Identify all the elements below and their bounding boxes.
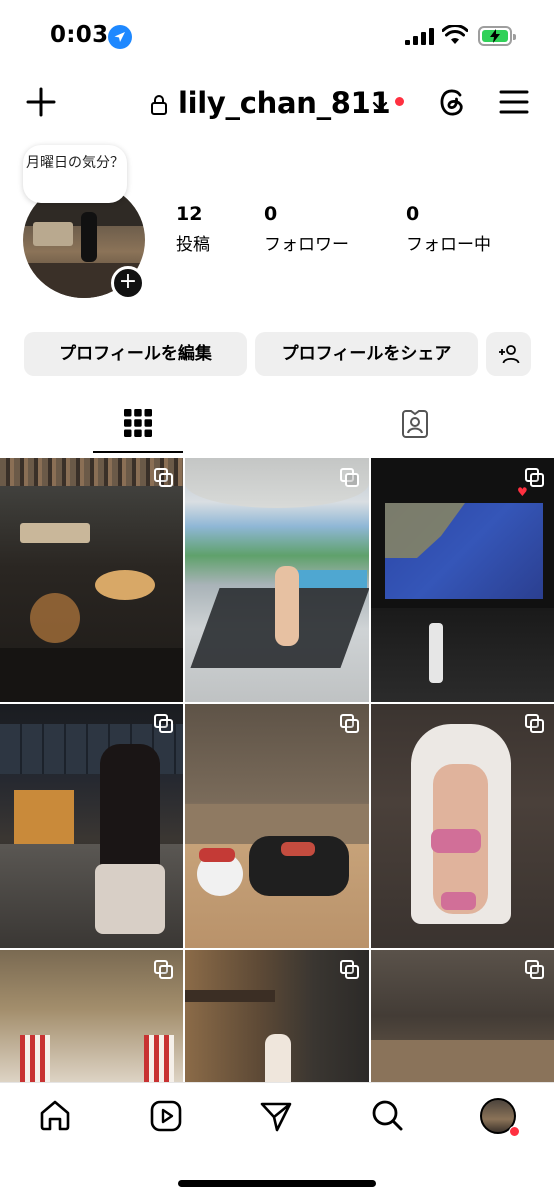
notification-dot: [509, 1126, 520, 1137]
tab-posts-grid[interactable]: [124, 409, 152, 441]
post-pool-bikini[interactable]: [185, 458, 369, 702]
chevron-down-icon[interactable]: [372, 97, 388, 116]
posts-label: 投稿: [176, 235, 210, 255]
status-time: 0:03: [50, 22, 109, 48]
post-flight-map[interactable]: ♥: [371, 458, 554, 702]
discover-people-button[interactable]: [486, 332, 531, 376]
post-dome-ceiling[interactable]: [0, 950, 183, 1082]
tab-tagged[interactable]: [399, 408, 431, 444]
reels-icon[interactable]: [149, 1099, 183, 1137]
tagged-icon: [402, 410, 428, 438]
share-profile-button[interactable]: プロフィールをシェア: [255, 332, 478, 376]
add-story-plus-icon[interactable]: +: [111, 266, 145, 300]
home-icon[interactable]: [38, 1098, 72, 1136]
home-indicator: [178, 1180, 376, 1187]
active-tab-indicator: [93, 451, 183, 453]
multi-photo-icon: [340, 714, 359, 733]
following-label[interactable]: フォロー中: [406, 230, 491, 255]
post-bar-cocktails[interactable]: [0, 458, 183, 702]
post-bar-counter[interactable]: [0, 704, 183, 948]
followers-label[interactable]: フォロワー: [264, 230, 349, 255]
cellular-signal-icon: [405, 28, 435, 45]
following-count[interactable]: 0: [406, 203, 419, 225]
notification-dot: [395, 97, 404, 106]
menu-icon[interactable]: [499, 88, 529, 120]
multi-photo-icon: [154, 468, 173, 487]
multi-photo-icon: [525, 468, 544, 487]
multi-photo-icon: [525, 960, 544, 979]
create-plus-icon[interactable]: [25, 86, 57, 122]
post-kyoto-street[interactable]: [185, 950, 369, 1082]
note-bubble[interactable]: 月曜日の気分？: [23, 145, 127, 203]
grid-icon: [124, 409, 152, 437]
multi-photo-icon: [154, 960, 173, 979]
multi-photo-icon: [525, 714, 544, 733]
multi-photo-icon: [154, 714, 173, 733]
post-sushi-hellokitty[interactable]: [185, 704, 369, 948]
profile-username[interactable]: lily_chan_811: [178, 86, 391, 120]
wifi-icon: [441, 24, 469, 49]
posts-count: 12: [176, 203, 203, 225]
battery-icon: [478, 26, 516, 46]
threads-icon[interactable]: [436, 86, 468, 122]
edit-profile-button[interactable]: プロフィールを編集: [24, 332, 247, 376]
lock-icon: [150, 94, 168, 119]
multi-photo-icon: [340, 468, 359, 487]
followers-count[interactable]: 0: [264, 203, 277, 225]
multi-photo-icon: [340, 960, 359, 979]
post-dark-interior[interactable]: [371, 950, 554, 1082]
location-arrow-icon: [108, 25, 132, 49]
add-person-icon: [498, 345, 519, 364]
heart-icon: ♥: [517, 485, 528, 499]
post-mirror-selfie[interactable]: [371, 704, 554, 948]
search-icon[interactable]: [370, 1098, 404, 1136]
send-icon[interactable]: [259, 1099, 293, 1137]
